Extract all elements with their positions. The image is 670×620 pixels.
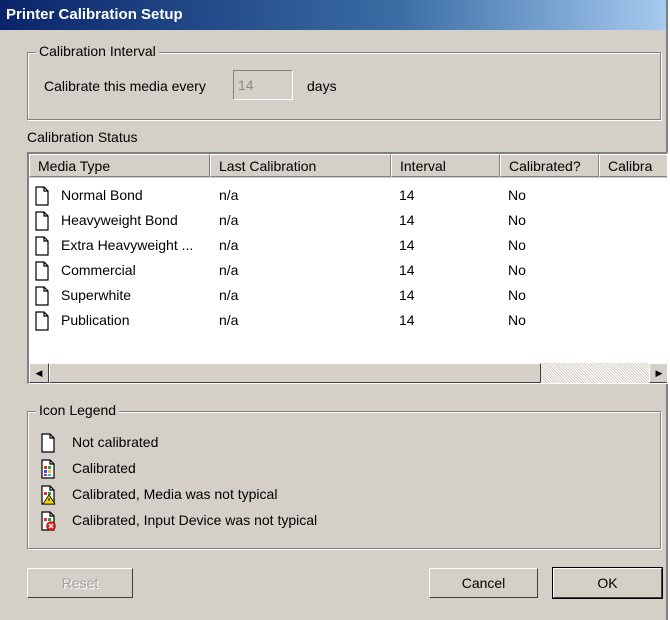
cell-interval: 14 xyxy=(399,237,415,253)
cell-calibrated: No xyxy=(508,237,526,253)
window-title: Printer Calibration Setup xyxy=(6,6,183,23)
cell-last: n/a xyxy=(219,287,239,303)
cell-media: Commercial xyxy=(61,262,136,278)
scroll-left-button[interactable]: ◀ xyxy=(29,363,49,383)
scroll-track[interactable] xyxy=(541,363,649,383)
cell-media: Extra Heavyweight ... xyxy=(61,237,194,253)
cell-interval: 14 xyxy=(399,312,415,328)
legend-label: Calibrated xyxy=(72,460,136,476)
scroll-thumb[interactable] xyxy=(49,363,541,383)
cell-calibrated: No xyxy=(508,262,526,278)
group-label-interval: Calibration Interval xyxy=(36,43,159,59)
table-row[interactable]: Commercial n/a 14 No xyxy=(29,259,667,284)
cell-calibrated: No xyxy=(508,187,526,203)
cell-last: n/a xyxy=(219,212,239,228)
cell-last: n/a xyxy=(219,312,239,328)
table-row[interactable]: Superwhite n/a 14 No xyxy=(29,284,667,309)
cell-media: Superwhite xyxy=(61,287,132,303)
cell-media: Normal Bond xyxy=(61,187,143,203)
cell-interval: 14 xyxy=(399,212,415,228)
legend-label: Not calibrated xyxy=(72,434,159,450)
cell-last: n/a xyxy=(219,237,239,253)
interval-field[interactable] xyxy=(233,70,293,100)
table-row[interactable]: Normal Bond n/a 14 No xyxy=(29,184,667,209)
cell-calibrated: No xyxy=(508,312,526,328)
horizontal-scrollbar[interactable]: ◀ ▶ xyxy=(29,363,667,383)
title-bar[interactable]: Printer Calibration Setup xyxy=(0,0,666,30)
column-last-calibration[interactable]: Last Calibration xyxy=(210,154,391,177)
input-device-error-icon xyxy=(41,511,56,531)
column-media-type[interactable]: Media Type xyxy=(29,154,210,177)
legend-label: Calibrated, Input Device was not typical xyxy=(72,512,318,528)
cancel-button[interactable]: Cancel xyxy=(429,568,538,598)
legend-label: Calibrated, Media was not typical xyxy=(72,486,278,502)
cell-media: Publication xyxy=(61,312,130,328)
table-row[interactable]: Heavyweight Bond n/a 14 No xyxy=(29,209,667,234)
reset-button[interactable]: Reset xyxy=(27,568,133,598)
cell-media: Heavyweight Bond xyxy=(61,212,178,228)
list-header: Media Type Last Calibration Interval Cal… xyxy=(29,154,667,178)
table-row[interactable]: Publication n/a 14 No xyxy=(29,309,667,334)
cell-last: n/a xyxy=(219,262,239,278)
interval-suffix-label: days xyxy=(307,78,337,94)
cell-interval: 14 xyxy=(399,262,415,278)
not-calibrated-icon xyxy=(35,286,49,306)
ok-button[interactable]: OK xyxy=(552,567,663,599)
cell-last: n/a xyxy=(219,187,239,203)
group-label-legend: Icon Legend xyxy=(36,402,120,418)
calibration-status-list[interactable]: Media Type Last Calibration Interval Cal… xyxy=(27,152,668,384)
not-calibrated-icon xyxy=(35,186,49,206)
cell-calibrated: No xyxy=(508,212,526,228)
scroll-right-button[interactable]: ▶ xyxy=(649,363,667,383)
calibration-dialog: Printer Calibration Setup Calibration In… xyxy=(0,0,668,620)
cell-interval: 14 xyxy=(399,287,415,303)
interval-input[interactable] xyxy=(234,71,292,99)
not-calibrated-icon xyxy=(35,236,49,256)
not-calibrated-icon xyxy=(35,261,49,281)
not-calibrated-icon xyxy=(35,211,49,231)
icon-legend-group: Icon Legend xyxy=(27,402,661,549)
calibrated-icon xyxy=(41,459,55,479)
table-row[interactable]: Extra Heavyweight ... n/a 14 No xyxy=(29,234,667,259)
media-warning-icon xyxy=(41,485,56,505)
column-interval[interactable]: Interval xyxy=(391,154,500,177)
interval-prefix-label: Calibrate this media every xyxy=(44,78,206,94)
calibration-status-label: Calibration Status xyxy=(27,129,138,145)
column-calibration-extra[interactable]: Calibra xyxy=(599,154,667,177)
cell-interval: 14 xyxy=(399,187,415,203)
column-calibrated[interactable]: Calibrated? xyxy=(500,154,599,177)
cell-calibrated: No xyxy=(508,287,526,303)
not-calibrated-icon xyxy=(35,311,49,331)
not-calibrated-icon xyxy=(41,433,55,453)
